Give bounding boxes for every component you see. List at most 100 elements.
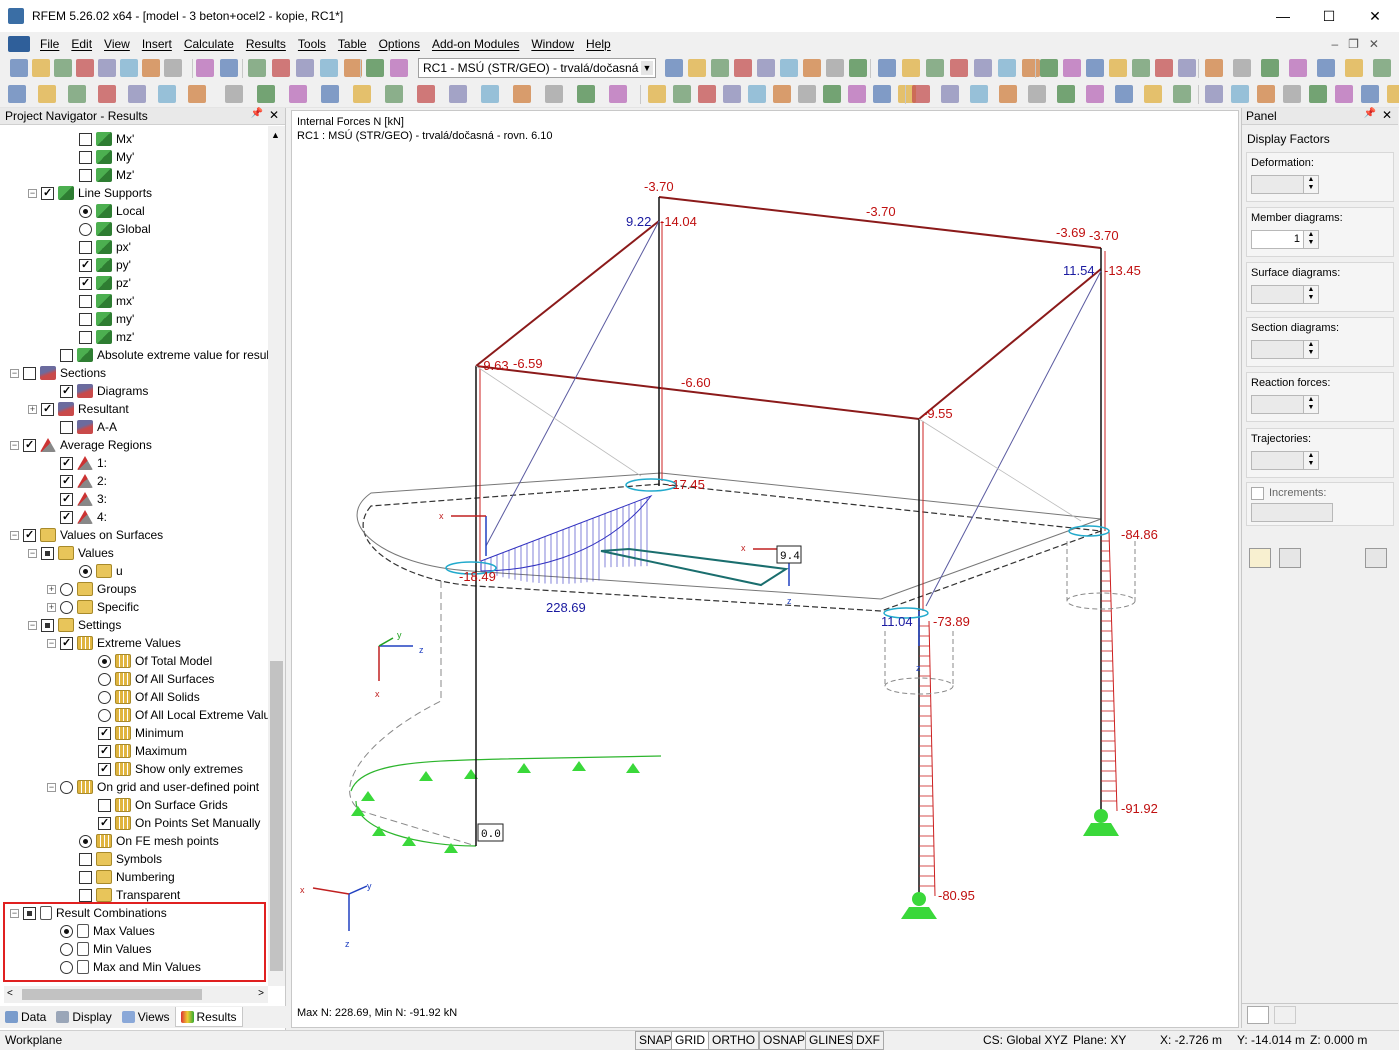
toolbar-button-icon[interactable] — [1309, 85, 1327, 103]
tree-item-resultant[interactable]: + Resultant — [28, 400, 129, 418]
radio-button[interactable] — [79, 564, 92, 578]
toolbar-button-icon[interactable] — [390, 59, 408, 77]
checkbox[interactable] — [23, 438, 36, 452]
tree-item-show-only-extremes[interactable]: Show only extremes — [85, 760, 243, 778]
toolbar-button-icon[interactable] — [912, 85, 930, 103]
mode-osnap[interactable]: OSNAP — [759, 1031, 810, 1050]
toolbar-button-icon[interactable] — [545, 85, 563, 103]
toolbar-button-icon[interactable] — [757, 59, 775, 77]
toolbar-button-icon[interactable] — [1144, 85, 1162, 103]
tree-item-pz[interactable]: pz' — [66, 274, 131, 292]
toolbar-button-icon[interactable] — [999, 85, 1017, 103]
tree-item-on-surface-grids[interactable]: On Surface Grids — [85, 796, 228, 814]
surface-diagrams-spinner[interactable]: ▲ ▼ — [1251, 285, 1319, 304]
checkbox[interactable] — [60, 492, 73, 506]
checkbox[interactable] — [79, 330, 92, 344]
expand-icon[interactable]: + — [47, 602, 56, 612]
spinner-arrows-icon[interactable]: ▲ ▼ — [1303, 231, 1318, 248]
toolbar-button-icon[interactable] — [688, 59, 706, 77]
deformation-spinner[interactable]: ▲ ▼ — [1251, 175, 1319, 194]
menu-addon-modules[interactable]: Add-on Modules — [426, 37, 525, 51]
toolbar-button-icon[interactable] — [873, 85, 891, 103]
tree-item-groups[interactable]: + Groups — [47, 580, 136, 598]
radio-button[interactable] — [60, 600, 73, 614]
spinner-arrows-icon[interactable]: ▲ ▼ — [1303, 341, 1318, 358]
toolbar-button-icon[interactable] — [803, 59, 821, 77]
menu-options[interactable]: Options — [373, 37, 426, 51]
tree-item-global[interactable]: Global — [66, 220, 151, 238]
toolbar-button-icon[interactable] — [289, 85, 307, 103]
scroll-up-icon[interactable]: ▲ — [271, 130, 280, 140]
toolbar-button-icon[interactable] — [1057, 85, 1075, 103]
toolbar-button-icon[interactable] — [76, 59, 94, 77]
toolbar-button-icon[interactable] — [481, 85, 499, 103]
toolbar-button-icon[interactable] — [1205, 85, 1223, 103]
tree-item-px[interactable]: px' — [66, 238, 131, 256]
toolbar-button-icon[interactable] — [320, 59, 338, 77]
tree-item-of-all-local[interactable]: Of All Local Extreme Values — [85, 706, 268, 724]
pin-icon[interactable]: 📌 — [251, 108, 263, 119]
pin-icon[interactable]: 📌 — [1364, 108, 1376, 119]
toolbar-button-icon[interactable] — [1387, 85, 1399, 103]
tree-item-extreme-values[interactable]: − Extreme Values — [47, 634, 181, 652]
menu-table[interactable]: Table — [332, 37, 373, 51]
collapse-icon[interactable]: − — [28, 188, 37, 198]
tree-item-on-grid[interactable]: − On grid and user-defined point — [47, 778, 259, 796]
toolbar-button-icon[interactable] — [609, 85, 627, 103]
toolbar-button-icon[interactable] — [1109, 59, 1127, 77]
toolbar-button-icon[interactable] — [417, 85, 435, 103]
scroll-right-icon[interactable]: > — [258, 988, 264, 999]
tree-item-aa[interactable]: A-A — [47, 418, 117, 436]
toolbar-button-icon[interactable] — [120, 59, 138, 77]
copy-icon[interactable] — [1279, 548, 1301, 568]
toolbar-button-icon[interactable] — [926, 59, 944, 77]
radio-button[interactable] — [98, 690, 111, 704]
toolbar-button-icon[interactable] — [385, 85, 403, 103]
tree-item-values[interactable]: − Values — [28, 544, 114, 562]
scrollbar-thumb[interactable] — [270, 661, 283, 971]
tree-item-of-all-surfaces[interactable]: Of All Surfaces — [85, 670, 214, 688]
tree-item-avg-regions[interactable]: − Average Regions — [10, 436, 152, 454]
tree-item-r4[interactable]: 4: — [47, 508, 107, 526]
tree-item-u[interactable]: u — [66, 562, 123, 580]
toolbar-button-icon[interactable] — [1040, 59, 1058, 77]
section-diagrams-spinner[interactable]: ▲ ▼ — [1251, 340, 1319, 359]
toolbar-button-icon[interactable] — [248, 59, 266, 77]
checkbox[interactable] — [79, 870, 92, 884]
tree-item-sections[interactable]: − Sections — [10, 364, 106, 382]
toolbar-button-icon[interactable] — [353, 85, 371, 103]
toolbar-button-icon[interactable] — [1233, 59, 1251, 77]
radio-button[interactable] — [98, 672, 111, 686]
toolbar-button-icon[interactable] — [1283, 85, 1301, 103]
toolbar-button-icon[interactable] — [848, 85, 866, 103]
toolbar-button-icon[interactable] — [648, 85, 666, 103]
toolbar-button-icon[interactable] — [878, 59, 896, 77]
toolbar-button-icon[interactable] — [780, 59, 798, 77]
checkbox[interactable] — [79, 888, 92, 902]
toolbar-button-icon[interactable] — [1289, 59, 1307, 77]
toolbar-button-icon[interactable] — [196, 59, 214, 77]
toolbar-button-icon[interactable] — [748, 85, 766, 103]
tree-item-absolute[interactable]: Absolute extreme value for result c — [47, 346, 268, 364]
expand-icon[interactable]: + — [28, 404, 37, 414]
navigator-vertical-scrollbar[interactable]: ▲ — [268, 126, 285, 986]
collapse-icon[interactable]: − — [10, 530, 19, 540]
toolbar-button-icon[interactable] — [38, 85, 56, 103]
toolbar-button-icon[interactable] — [32, 59, 50, 77]
toolbar-button-icon[interactable] — [665, 59, 683, 77]
toolbar-button-icon[interactable] — [1063, 59, 1081, 77]
radio-button[interactable] — [98, 654, 111, 668]
radio-button[interactable] — [79, 204, 92, 218]
menu-edit[interactable]: Edit — [65, 37, 98, 51]
toolbar-button-icon[interactable] — [798, 85, 816, 103]
toolbar-button-icon[interactable] — [142, 59, 160, 77]
menu-insert[interactable]: Insert — [136, 37, 178, 51]
toolbar-button-icon[interactable] — [366, 59, 384, 77]
spinner-arrows-icon[interactable]: ▲ ▼ — [1303, 396, 1318, 413]
radio-button[interactable] — [98, 708, 111, 722]
toolbar-button-icon[interactable] — [734, 59, 752, 77]
toolbar-button-icon[interactable] — [164, 59, 182, 77]
toolbar-button-icon[interactable] — [826, 59, 844, 77]
toolbar-button-icon[interactable] — [10, 59, 28, 77]
toolbar-button-icon[interactable] — [1257, 85, 1275, 103]
